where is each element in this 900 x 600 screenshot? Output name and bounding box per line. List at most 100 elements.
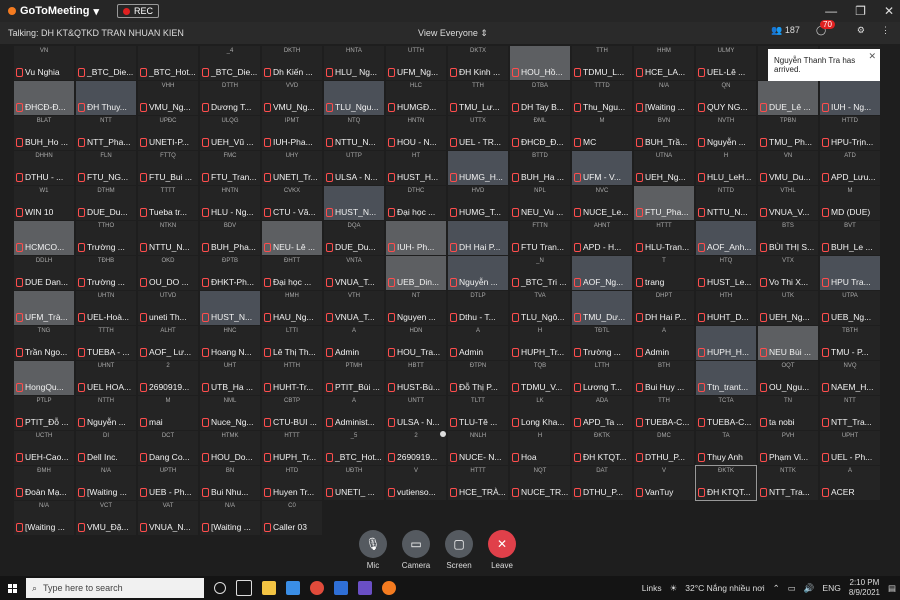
participant-tile[interactable]: NNLH NUCE- N... (448, 431, 508, 465)
participant-tile[interactable]: UHNT UEL HOA... (76, 361, 136, 395)
participant-tile[interactable]: DKTX ĐH Kinh ... (448, 46, 508, 80)
participant-tile[interactable]: DUE_Lê ... (758, 81, 818, 115)
camera-off-icon[interactable]: ▭ (402, 530, 430, 558)
participant-tile[interactable]: FLN FTU_NG... (76, 151, 136, 185)
view-selector[interactable]: View Everyone ⇕ (418, 28, 488, 39)
participant-tile[interactable]: DHPT DH Hai P... (634, 291, 694, 325)
participant-tile[interactable]: M MD (DUE) (820, 186, 880, 220)
participant-tile[interactable]: HNC Hoang N... (200, 326, 260, 360)
participant-tile[interactable]: HTH HUHT_D... (696, 291, 756, 325)
participant-tile[interactable]: UNTT ULSA - N... (386, 396, 446, 430)
participant-tile[interactable]: HNTA HLU_ Ng... (324, 46, 384, 80)
start-button[interactable] (0, 576, 24, 600)
participant-tile[interactable]: A ACER (820, 466, 880, 500)
participant-tile[interactable]: HT HUST_H... (386, 151, 446, 185)
participant-tile[interactable]: H Hoa (510, 431, 570, 465)
participant-tile[interactable]: HTD Huyen Tr... (262, 466, 322, 500)
participant-tile[interactable]: NVC NUCE_Le... (572, 186, 632, 220)
participant-tile[interactable]: DTHC Đại học ... (386, 186, 446, 220)
participant-tile[interactable]: UTNA UEH_Ng... (634, 151, 694, 185)
participant-tile[interactable]: VVD VMU_Ng... (262, 81, 322, 115)
taskbar-search[interactable]: ⌕ Type here to search (26, 578, 204, 598)
clock[interactable]: 2:10 PM 8/9/2021 (849, 578, 880, 598)
participant-tile[interactable]: 2 2690919... (138, 361, 198, 395)
participant-tile[interactable]: LK Long Kha... (510, 396, 570, 430)
participant-tile[interactable]: HongQu... (14, 361, 74, 395)
app-logo[interactable]: GoToMeeting ▾ (8, 5, 99, 18)
participant-tile[interactable]: BTS BÙI THỊ S... (758, 221, 818, 255)
participant-tile[interactable]: CBTP CTU-BUI ... (262, 396, 322, 430)
participant-tile[interactable]: UPHT UEL - Ph... (820, 431, 880, 465)
participant-tile[interactable]: Ttrang (634, 256, 694, 290)
participant-tile[interactable]: TTTT Tueba tr... (138, 186, 198, 220)
participant-tile[interactable]: TĐHB Trường ... (76, 256, 136, 290)
participant-tile[interactable]: UFM - V... (572, 151, 632, 185)
participant-tile[interactable]: BVN BUH_Trầ... (634, 116, 694, 150)
participant-tile[interactable]: TLTT TLU-Tê ... (448, 396, 508, 430)
participant-tile[interactable]: H HUPH_Tr... (510, 326, 570, 360)
participant-tile[interactable]: HUST_N... (200, 291, 260, 325)
participant-tile[interactable]: UTTP ULSA - N... (324, 151, 384, 185)
participant-tile[interactable]: NTQ NTTU_N... (324, 116, 384, 150)
participant-tile[interactable]: TTH TUEBA-C... (634, 396, 694, 430)
participant-tile[interactable]: NTT NTT_Tra... (820, 396, 880, 430)
participant-tile[interactable]: NQT NUCE_TR... (510, 466, 570, 500)
participant-tile[interactable]: TTHO Trường ... (76, 221, 136, 255)
participant-tile[interactable]: TMU_Dư... (572, 291, 632, 325)
minimize-button[interactable]: — (825, 4, 837, 18)
participant-tile[interactable]: HCMCO... (14, 221, 74, 255)
chat-button[interactable]: ◯70 (816, 20, 841, 36)
participant-tile[interactable]: UTVD uneti Th... (138, 291, 198, 325)
participant-tile[interactable]: ULMY UEL-Lê ... (696, 46, 756, 80)
participant-tile[interactable]: NTTH Nguyễn ... (76, 396, 136, 430)
cortana-icon[interactable] (214, 582, 226, 594)
participant-tile[interactable]: FTTQ FTU_Bui ... (138, 151, 198, 185)
participant-tile[interactable]: NPL NEU_Vu ... (510, 186, 570, 220)
participant-tile[interactable]: UHY UNETI_Tr... (262, 151, 322, 185)
participant-tile[interactable]: NTT NTT_Pha... (76, 116, 136, 150)
participant-tile[interactable]: DMC DTHU_P... (634, 431, 694, 465)
participant-tile[interactable]: TTTD Thu_Ngu... (572, 81, 632, 115)
participant-tile[interactable]: NTTK NTT_Tra... (758, 466, 818, 500)
participant-tile[interactable]: _BTC_Hot... (138, 46, 198, 80)
participant-tile[interactable]: UHTN UEL-Hoà... (76, 291, 136, 325)
participant-tile[interactable]: HUPH_H... (696, 326, 756, 360)
participant-tile[interactable]: A Admin (448, 326, 508, 360)
participant-tile[interactable]: HTTH HUHT-Tr... (262, 361, 322, 395)
participant-tile[interactable]: FTTN FTU Tran... (510, 221, 570, 255)
links-toolbar[interactable]: Links (642, 583, 662, 593)
participant-tile[interactable]: TQB TDMU_V... (510, 361, 570, 395)
participant-tile[interactable]: HVD HUMG_T... (448, 186, 508, 220)
participant-tile[interactable]: ĐTPN Đỗ Thị P... (448, 361, 508, 395)
more-options-icon[interactable]: ⋮ (881, 25, 890, 36)
participant-tile[interactable]: V VanTuy (634, 466, 694, 500)
participant-tile[interactable]: HUST_N... (324, 186, 384, 220)
participant-tile[interactable]: TNG Trần Ngo... (14, 326, 74, 360)
participant-tile[interactable]: IUH- Ph... (386, 221, 446, 255)
participant-tile[interactable]: HTTT HUPH_Tr... (262, 431, 322, 465)
participant-tile[interactable]: TVA TLU_Ngô... (510, 291, 570, 325)
participant-tile[interactable]: TTH TMU_Lư... (448, 81, 508, 115)
camera-control[interactable]: ▭ Camera (401, 530, 431, 570)
participant-tile[interactable]: FMC FTU_Tran... (200, 151, 260, 185)
participant-tile[interactable]: ĐKTK ĐH KTQT... (695, 465, 757, 501)
participant-tile[interactable]: ĐH Thuy... (76, 81, 136, 115)
attendees-button[interactable]: 👥 187 (771, 25, 800, 36)
participant-tile[interactable]: A Admin (324, 326, 384, 360)
participant-tile[interactable]: VN Vu Nghia (14, 46, 74, 80)
participant-tile[interactable]: PTMH PTIT_Bùi ... (324, 361, 384, 395)
participant-tile[interactable]: IUH - Ng... (820, 81, 880, 115)
notifications-icon[interactable]: ▤ (888, 583, 896, 594)
participant-tile[interactable]: BLAT BUH_Ho ... (14, 116, 74, 150)
participant-tile[interactable]: ĐMH Đoàn Mạ... (14, 466, 74, 500)
participant-tile[interactable]: HNTN HLU - Ng... (200, 186, 260, 220)
participant-tile[interactable]: AOF_Anh... (696, 221, 756, 255)
grid-scroll-handle[interactable] (440, 431, 446, 437)
app-icon[interactable] (358, 581, 372, 595)
participant-tile[interactable]: TN ta nobi (758, 396, 818, 430)
participant-tile[interactable]: NTKN NTTU_N... (138, 221, 198, 255)
participant-tile[interactable]: HMH HAU_Ng... (262, 291, 322, 325)
participant-tile[interactable]: DKTH Dh Kiến ... (262, 46, 322, 80)
participant-tile[interactable]: DI Dell Inc. (76, 431, 136, 465)
chrome-icon[interactable] (310, 581, 324, 595)
